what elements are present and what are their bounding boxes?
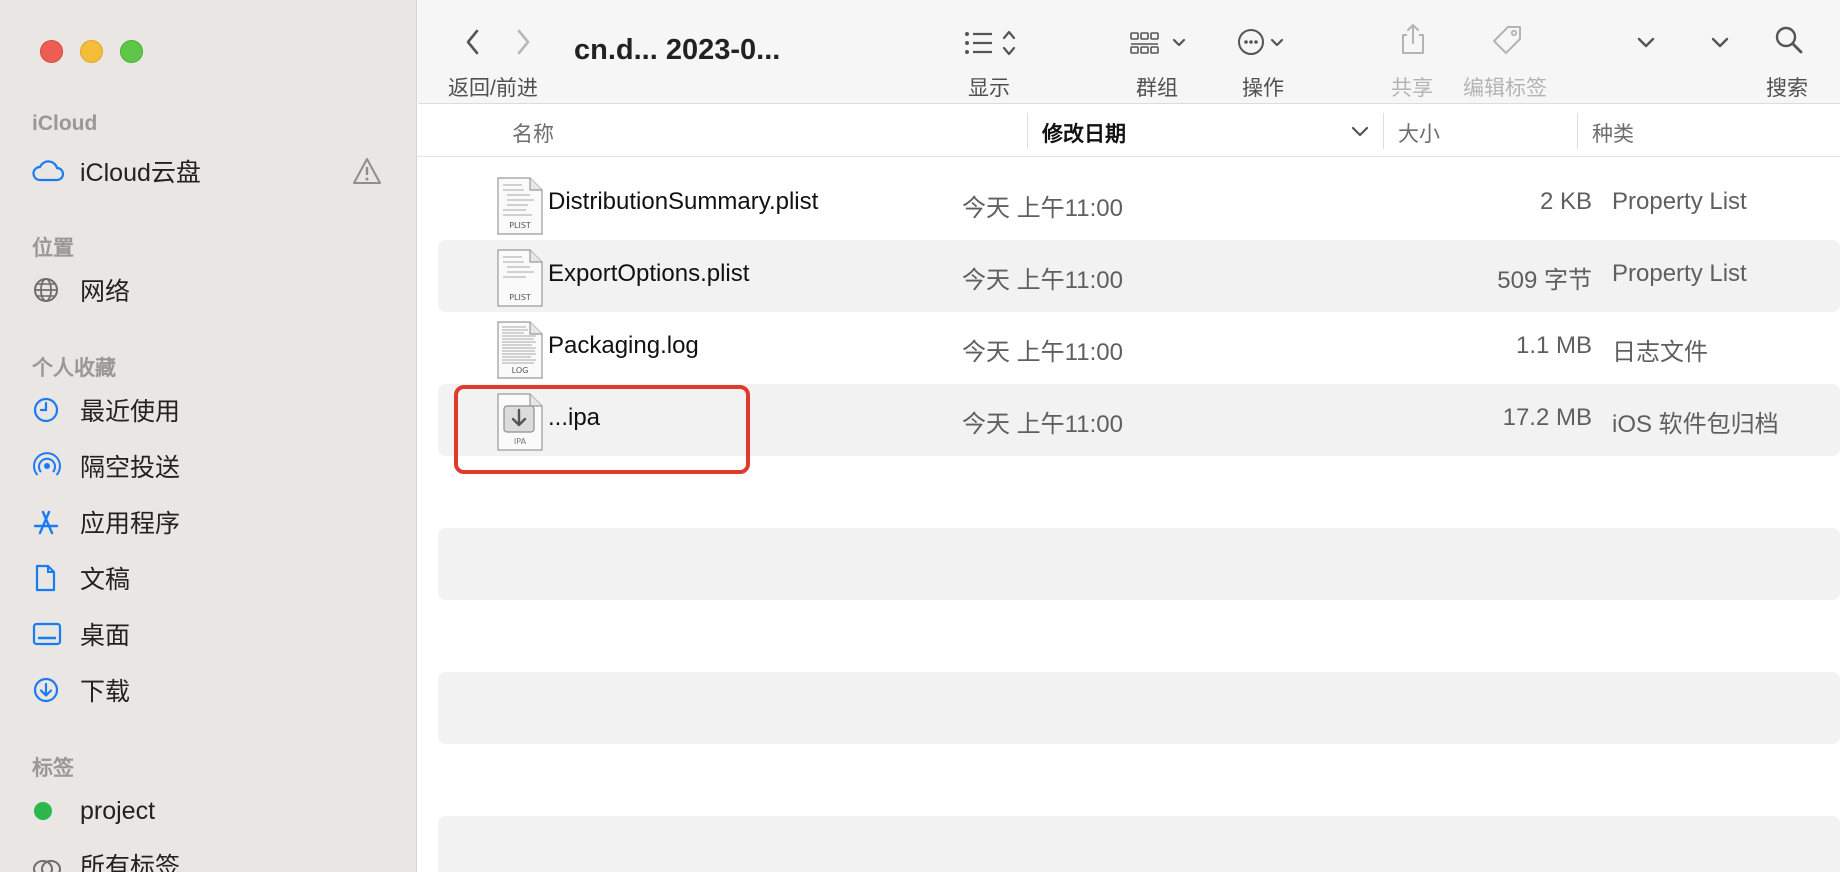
search-label: 搜索 <box>1766 77 1808 100</box>
sidebar-item-label: 隔空投送 <box>80 454 181 482</box>
chevron-down-icon[interactable] <box>1634 30 1658 59</box>
column-header-kind[interactable]: 种类 <box>1592 118 1634 148</box>
share-label: 共享 <box>1391 77 1433 100</box>
file-kind: Property List <box>1612 188 1747 215</box>
sidebar-section-icloud: iCloud <box>32 112 98 135</box>
sidebar-item-icloud-drive[interactable]: iCloud云盘 <box>32 149 382 193</box>
back-chevron-icon[interactable] <box>464 28 482 61</box>
column-header-name[interactable]: 名称 <box>512 118 554 148</box>
column-header-bar: 名称 修改日期 大小 种类 <box>418 105 1840 157</box>
plist-file-icon: PLIST <box>496 176 544 235</box>
plist-file-icon: PLIST <box>496 248 544 307</box>
close-window-button[interactable] <box>40 40 63 63</box>
file-kind: Property List <box>1612 260 1747 287</box>
sidebar-item-all-tags[interactable]: 所有标签 <box>32 843 382 872</box>
sidebar-item-label: 应用程序 <box>80 510 181 538</box>
sidebar-item-applications[interactable]: 应用程序 <box>32 500 382 544</box>
file-date: 今天 上午11:00 <box>962 267 1123 294</box>
file-name: ExportOptions.plist <box>548 260 750 287</box>
column-header-size[interactable]: 大小 <box>1398 118 1440 148</box>
file-size: 2 KB <box>1539 188 1592 215</box>
file-size: 509 字节 <box>1497 267 1592 294</box>
sidebar-item-network[interactable]: 网络 <box>32 268 382 312</box>
selection-highlight-box <box>454 385 750 474</box>
sidebar-item-airdrop[interactable]: 隔空投送 <box>32 444 382 488</box>
file-name: Packaging.log <box>548 332 699 359</box>
group-label: 群组 <box>1136 77 1178 100</box>
search-icon[interactable] <box>1774 24 1804 61</box>
sidebar-item-label: 所有标签 <box>80 853 181 872</box>
sidebar-section-favorites: 个人收藏 <box>32 357 116 380</box>
column-separator[interactable] <box>1577 113 1578 149</box>
column-header-date[interactable]: 修改日期 <box>1042 118 1126 148</box>
document-icon <box>32 562 70 594</box>
all-tags-icon <box>32 849 70 872</box>
sidebar-section-tags: 标签 <box>32 757 74 780</box>
globe-icon <box>32 274 70 306</box>
share-icon[interactable] <box>1398 22 1428 61</box>
chevron-down-icon[interactable] <box>1708 30 1732 59</box>
sidebar-item-label: 网络 <box>80 278 131 306</box>
airdrop-icon <box>32 450 70 482</box>
sidebar-item-downloads[interactable]: 下载 <box>32 668 382 712</box>
empty-row <box>438 528 1840 600</box>
view-label: 显示 <box>968 77 1010 100</box>
file-row[interactable]: PLIST DistributionSummary.plist 今天 上午11:… <box>438 168 1840 240</box>
action-label: 操作 <box>1242 77 1284 100</box>
sidebar-item-desktop[interactable]: 桌面 <box>32 612 382 656</box>
list-view-icon[interactable] <box>964 28 1024 63</box>
sidebar-item-label: 最近使用 <box>80 398 181 426</box>
sidebar-item-recents[interactable]: 最近使用 <box>32 388 382 432</box>
file-kind: 日志文件 <box>1612 339 1708 366</box>
file-kind: iOS 软件包归档 <box>1612 411 1779 438</box>
sidebar-item-documents[interactable]: 文稿 <box>32 556 382 600</box>
sidebar-item-label: project <box>80 796 156 825</box>
green-tag-dot <box>32 795 70 827</box>
window-title: cn.d... 2023-0... <box>574 34 781 66</box>
tag-icon[interactable] <box>1490 24 1524 61</box>
download-icon <box>32 674 70 706</box>
warning-icon[interactable] <box>352 157 382 190</box>
svg-text:LOG: LOG <box>512 366 529 375</box>
sort-chevron-down-icon[interactable] <box>1348 119 1372 148</box>
log-file-icon: LOG <box>496 320 544 379</box>
file-size: 17.2 MB <box>1502 404 1592 431</box>
forward-chevron-icon[interactable] <box>514 28 532 61</box>
sidebar: iCloud iCloud云盘 位置 网络 个人收藏 最近使用 隔空投送 应用程… <box>0 0 417 872</box>
desktop-icon <box>32 618 70 650</box>
sidebar-item-label: 下载 <box>80 678 131 706</box>
file-row[interactable]: PLIST ExportOptions.plist 今天 上午11:00 509… <box>438 240 1840 312</box>
group-grid-icon[interactable] <box>1130 28 1190 63</box>
file-row[interactable]: LOG Packaging.log 今天 上午11:00 1.1 MB 日志文件 <box>438 312 1840 384</box>
file-name: DistributionSummary.plist <box>548 188 819 215</box>
back-forward-label: 返回/前进 <box>448 77 538 100</box>
file-size: 1.1 MB <box>1515 332 1592 359</box>
action-ellipsis-icon[interactable] <box>1236 26 1296 63</box>
sidebar-section-locations: 位置 <box>32 237 74 260</box>
svg-text:PLIST: PLIST <box>509 293 531 302</box>
svg-text:PLIST: PLIST <box>509 221 531 230</box>
empty-row <box>438 816 1840 872</box>
clock-icon <box>32 394 70 426</box>
file-date: 今天 上午11:00 <box>962 195 1123 222</box>
column-separator[interactable] <box>1027 113 1028 149</box>
sidebar-item-label: 桌面 <box>80 622 131 650</box>
column-separator[interactable] <box>1383 113 1384 149</box>
file-date: 今天 上午11:00 <box>962 411 1123 438</box>
sidebar-item-label: iCloud云盘 <box>80 159 201 187</box>
minimize-window-button[interactable] <box>80 40 103 63</box>
apps-icon <box>32 506 70 538</box>
empty-row <box>438 672 1840 744</box>
cloud-icon <box>32 155 70 187</box>
sidebar-item-tag-project[interactable]: project <box>32 789 382 833</box>
edit-tags-label: 编辑标签 <box>1463 77 1547 100</box>
sidebar-item-label: 文稿 <box>80 566 131 594</box>
file-date: 今天 上午11:00 <box>962 339 1123 366</box>
file-list: PLIST DistributionSummary.plist 今天 上午11:… <box>418 158 1840 872</box>
zoom-window-button[interactable] <box>120 40 143 63</box>
